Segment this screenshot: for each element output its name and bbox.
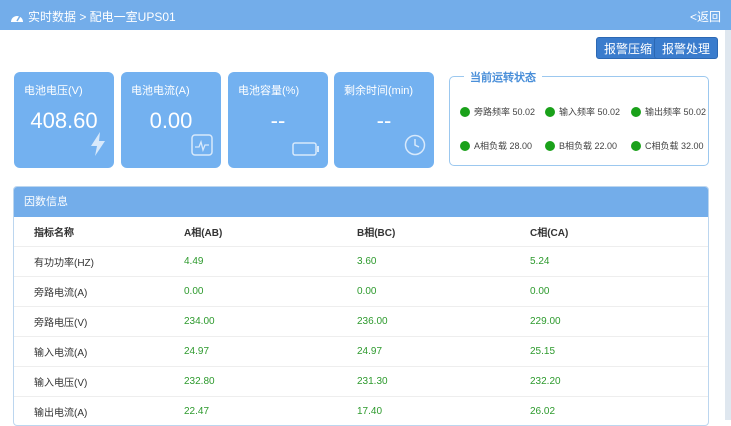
lightning-icon [90,132,106,156]
breadcrumb-text: 实时数据 > 配电一室UPS01 [28,8,176,25]
status-indicator-icon [631,107,641,117]
card-battery-capacity: 电池容量(%) -- [228,72,328,168]
cell-value: 232.20 [530,367,708,397]
status-item: 旁路频率 50.02 [460,105,535,118]
table-row: 输入电流(A) 24.97 24.97 25.15 [14,337,708,367]
table-row: 有功功率(HZ) 4.49 3.60 5.24 [14,247,708,277]
battery-icon [292,142,320,156]
top-bar: 实时数据 > 配电一室UPS01 <返回 [0,0,731,30]
parameters-panel: 因数信息 指标名称 A相(AB) B相(BC) C相(CA) 有功功率(HZ) … [13,186,709,426]
row-name: 旁路电压(V) [14,307,184,337]
card-title: 电池容量(%) [238,82,299,98]
row-name: 有功功率(HZ) [14,247,184,277]
card-battery-voltage: 电池电压(V) 408.60 [14,72,114,168]
row-name: 旁路电流(A) [14,277,184,307]
cell-value: 25.15 [530,337,708,367]
cell-value: 3.60 [357,247,530,277]
status-legend: 当前运转状态 [464,69,542,85]
status-label: 输入频率 50.02 [559,105,620,118]
dashboard-icon [10,11,24,23]
card-value: 408.60 [14,108,114,134]
status-item: C相负载 32.00 [631,139,704,152]
back-button[interactable]: <返回 [690,8,721,25]
scrollbar[interactable] [725,30,731,420]
table-row: 旁路电流(A) 0.00 0.00 0.00 [14,277,708,307]
scrollbar-thumb[interactable] [725,30,731,420]
status-indicator-icon [545,107,555,117]
cell-value: 22.47 [184,397,357,426]
breadcrumb: 实时数据 > 配电一室UPS01 [10,8,176,25]
cell-value: 231.30 [357,367,530,397]
cell-value: 0.00 [530,277,708,307]
cell-value: 234.00 [184,307,357,337]
card-value: -- [334,108,434,134]
table-row: 输入电压(V) 232.80 231.30 232.20 [14,367,708,397]
table-row: 旁路电压(V) 234.00 236.00 229.00 [14,307,708,337]
column-header: A相(AB) [184,217,357,247]
column-header: B相(BC) [357,217,530,247]
table-header-row: 指标名称 A相(AB) B相(BC) C相(CA) [14,217,708,247]
status-label: A相负载 28.00 [474,139,532,152]
meter-icon [191,134,213,156]
card-title: 电池电压(V) [24,82,83,98]
cell-value: 0.00 [184,277,357,307]
panel-title: 因数信息 [14,187,708,217]
status-label: 输出频率 50.02 [645,105,706,118]
status-label: 旁路频率 50.02 [474,105,535,118]
card-remaining-time: 剩余时间(min) -- [334,72,434,168]
cell-value: 5.24 [530,247,708,277]
row-name: 输出电流(A) [14,397,184,426]
card-title: 电池电流(A) [131,82,190,98]
column-header: C相(CA) [530,217,708,247]
status-indicator-icon [631,141,641,151]
status-indicator-icon [545,141,555,151]
table-row: 输出电流(A) 22.47 17.40 26.02 [14,397,708,426]
card-value: -- [228,108,328,134]
status-indicator-icon [460,141,470,151]
status-item: 输入频率 50.02 [545,105,620,118]
column-header: 指标名称 [14,217,184,247]
status-indicator-icon [460,107,470,117]
cell-value: 0.00 [357,277,530,307]
card-battery-current: 电池电流(A) 0.00 [121,72,221,168]
cell-value: 24.97 [184,337,357,367]
card-title: 剩余时间(min) [344,82,413,98]
row-name: 输入电压(V) [14,367,184,397]
alarm-compress-button[interactable]: 报警压缩 [596,37,660,59]
card-value: 0.00 [121,108,221,134]
cell-value: 232.80 [184,367,357,397]
cell-value: 26.02 [530,397,708,426]
clock-icon [404,134,426,156]
cell-value: 24.97 [357,337,530,367]
status-item: A相负载 28.00 [460,139,532,152]
status-label: B相负载 22.00 [559,139,617,152]
parameters-table: 指标名称 A相(AB) B相(BC) C相(CA) 有功功率(HZ) 4.49 … [14,217,708,426]
cell-value: 236.00 [357,307,530,337]
alarm-handle-button[interactable]: 报警处理 [654,37,718,59]
cell-value: 4.49 [184,247,357,277]
running-status-panel: 当前运转状态 旁路频率 50.02 输入频率 50.02 输出频率 50.02 … [449,76,709,166]
row-name: 输入电流(A) [14,337,184,367]
status-label: C相负载 32.00 [645,139,704,152]
status-item: 输出频率 50.02 [631,105,706,118]
cell-value: 17.40 [357,397,530,426]
cell-value: 229.00 [530,307,708,337]
status-item: B相负载 22.00 [545,139,617,152]
